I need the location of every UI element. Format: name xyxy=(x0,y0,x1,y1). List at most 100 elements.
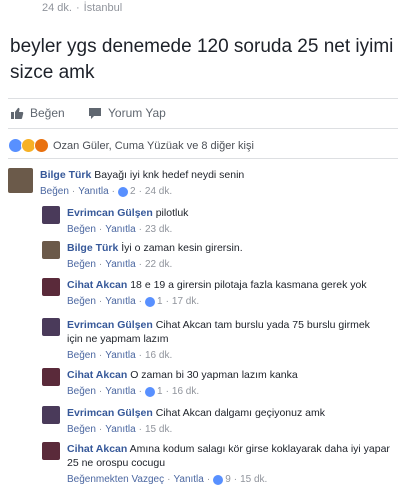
comment-meta: Beğen · Yanıtla · 23 dk. xyxy=(67,223,173,237)
like-count[interactable]: 1 xyxy=(145,295,163,309)
avatar[interactable] xyxy=(42,241,60,259)
comment-reply-link[interactable]: Yanıtla xyxy=(105,385,135,399)
comment-time[interactable]: 24 dk. xyxy=(145,185,172,199)
comment-body: Evrimcan Gülşen Cihat Akcan dalgamı geçi… xyxy=(67,406,325,437)
comment-like-link[interactable]: Beğen xyxy=(67,423,96,437)
reaction-names: Ozan Güler, Cuma Yüzüak ve 8 diğer kişi xyxy=(53,139,254,152)
comment-label: Yorum Yap xyxy=(108,106,166,120)
comment-text: pilotluk xyxy=(155,207,189,219)
comment-body: Evrimcan Gülşen Cihat Akcan tam burslu y… xyxy=(67,318,387,363)
comment-time[interactable]: 15 dk. xyxy=(145,423,172,437)
like-count-icon xyxy=(118,187,128,197)
comment-like-link[interactable]: Beğen xyxy=(67,223,96,237)
comment-body: Cihat Akcan Amına kodum salagı kör girse… xyxy=(67,442,393,487)
like-count[interactable]: 2 xyxy=(118,185,136,199)
comment-meta: Beğenmekten Vazgeç · Yanıtla · 9 · 15 dk… xyxy=(67,473,268,487)
comment-body: Cihat Akcan O zaman bi 30 yapman lazım k… xyxy=(67,368,298,399)
reply: Evrimcan Gülşen Cihat Akcan dalgamı geçi… xyxy=(42,406,398,437)
post-meta: 24 dk. · İstanbul xyxy=(42,2,122,14)
comment-like-link[interactable]: Beğen xyxy=(67,258,96,272)
comment-like-link[interactable]: Beğen xyxy=(67,385,96,399)
comment-author[interactable]: Evrimcan Gülşen xyxy=(67,319,153,331)
reply: Cihat Akcan 18 e 19 a girersin pilotaja … xyxy=(42,278,398,309)
like-count-value: 1 xyxy=(157,386,163,397)
comment-reply-link[interactable]: Yanıtla xyxy=(105,258,135,272)
like-count[interactable]: 1 xyxy=(145,385,163,399)
like-count-value: 2 xyxy=(130,186,136,197)
comment-time[interactable]: 17 dk. xyxy=(172,295,199,309)
comment-reply-link[interactable]: Yanıtla xyxy=(105,295,135,309)
avatar[interactable] xyxy=(42,406,60,424)
reply: Evrimcan Gülşen pilotluk Beğen · Yanıtla… xyxy=(42,206,398,237)
avatar[interactable] xyxy=(8,168,33,193)
comment-body: Bilge Türk İyi o zaman kesin girersin. B… xyxy=(67,241,243,272)
comment-body: Evrimcan Gülşen pilotluk Beğen · Yanıtla… xyxy=(67,206,188,237)
comment-like-link[interactable]: Beğen xyxy=(67,349,96,363)
like-count-value: 9 xyxy=(225,474,231,485)
comment-text: 18 e 19 a girersin pilotaja fazla kasman… xyxy=(130,279,367,291)
comment-time[interactable]: 16 dk. xyxy=(172,385,199,399)
comment-body: Cihat Akcan 18 e 19 a girersin pilotaja … xyxy=(67,278,367,309)
reply: Bilge Türk İyi o zaman kesin girersin. B… xyxy=(42,241,398,272)
post-card: 24 dk. · İstanbul beyler ygs denemede 120 … xyxy=(0,0,406,492)
comment-text: İyi o zaman kesin girersin. xyxy=(121,242,243,254)
comment-time[interactable]: 22 dk. xyxy=(145,258,172,272)
comment-time[interactable]: 16 dk. xyxy=(145,349,172,363)
comment-author[interactable]: Bilge Türk xyxy=(40,169,91,181)
comment-time[interactable]: 15 dk. xyxy=(240,473,267,487)
avatar[interactable] xyxy=(42,368,60,386)
divider xyxy=(8,158,398,159)
comment-meta: Beğen · Yanıtla · 2 · 24 dk. xyxy=(40,185,173,199)
avatar[interactable] xyxy=(42,442,60,460)
divider xyxy=(8,128,398,129)
comment-author[interactable]: Bilge Türk xyxy=(67,242,118,254)
comment-reply-link[interactable]: Yanıtla xyxy=(105,223,135,237)
post-location[interactable]: İstanbul xyxy=(84,2,123,14)
comment-meta: Beğen · Yanıtla · 1 · 16 dk. xyxy=(67,385,200,399)
like-count-icon xyxy=(145,387,155,397)
like-count-icon xyxy=(213,475,224,485)
avatar[interactable] xyxy=(42,318,60,336)
comment-body: Bilge Türk Bayağı iyi knk hedef neydi se… xyxy=(40,168,244,199)
comment-author[interactable]: Evrimcan Gülşen xyxy=(67,207,153,219)
comment-author[interactable]: Cihat Akcan xyxy=(67,369,127,381)
meta-separator: · xyxy=(75,2,80,14)
comment-time[interactable]: 23 dk. xyxy=(145,223,172,237)
comment-like-link[interactable]: Beğen xyxy=(67,295,96,309)
comment-meta: Beğen · Yanıtla · 22 dk. xyxy=(67,258,173,272)
speech-bubble-icon xyxy=(89,107,101,119)
reply: Cihat Akcan O zaman bi 30 yapman lazım k… xyxy=(42,368,398,399)
comment-meta: Beğen · Yanıtla · 1 · 17 dk. xyxy=(67,295,200,309)
like-count-icon xyxy=(145,297,155,307)
post-time[interactable]: 24 dk. xyxy=(42,2,72,14)
comment-meta: Beğen · Yanıtla · 16 dk. xyxy=(67,349,173,363)
divider xyxy=(8,98,398,99)
comment-author[interactable]: Cihat Akcan xyxy=(67,443,127,455)
comment-meta: Beğen · Yanıtla · 15 dk. xyxy=(67,423,173,437)
comment-reply-link[interactable]: Yanıtla xyxy=(105,349,135,363)
comment-text: O zaman bi 30 yapman lazım kanka xyxy=(130,369,298,381)
comment-button[interactable]: Yorum Yap xyxy=(88,106,166,120)
comment-reply-link[interactable]: Yanıtla xyxy=(78,185,108,199)
post-text: beyler ygs denemede 120 soruda 25 net iy… xyxy=(10,36,394,83)
reaction-summary[interactable]: Ozan Güler, Cuma Yüzüak ve 8 diğer kişi xyxy=(8,138,254,153)
reply: Cihat Akcan Amına kodum salagı kör girse… xyxy=(42,442,398,487)
comment-reply-link[interactable]: Yanıtla xyxy=(173,473,203,487)
reply: Evrimcan Gülşen Cihat Akcan tam burslu y… xyxy=(42,318,398,363)
avatar[interactable] xyxy=(42,206,60,224)
thumbs-up-icon xyxy=(11,107,24,119)
comment-text: Bayağı iyi knk hedef neydi senin xyxy=(94,169,245,181)
like-button[interactable]: Beğen xyxy=(10,106,65,120)
comment-unlike-link[interactable]: Beğenmekten Vazgeç xyxy=(67,473,164,487)
comment-reply-link[interactable]: Yanıtla xyxy=(105,423,135,437)
like-count-value: 1 xyxy=(157,296,163,307)
angry-reaction-icon xyxy=(34,138,49,153)
comment-author[interactable]: Cihat Akcan xyxy=(67,279,127,291)
comment-author[interactable]: Evrimcan Gülşen xyxy=(67,407,153,419)
comment-like-link[interactable]: Beğen xyxy=(40,185,69,199)
like-count[interactable]: 9 xyxy=(213,473,231,487)
comment: Bilge Türk Bayağı iyi knk hedef neydi se… xyxy=(8,168,398,199)
avatar[interactable] xyxy=(42,278,60,296)
like-label: Beğen xyxy=(30,106,65,120)
comment-text: Cihat Akcan dalgamı geçiyonuz amk xyxy=(155,407,325,419)
